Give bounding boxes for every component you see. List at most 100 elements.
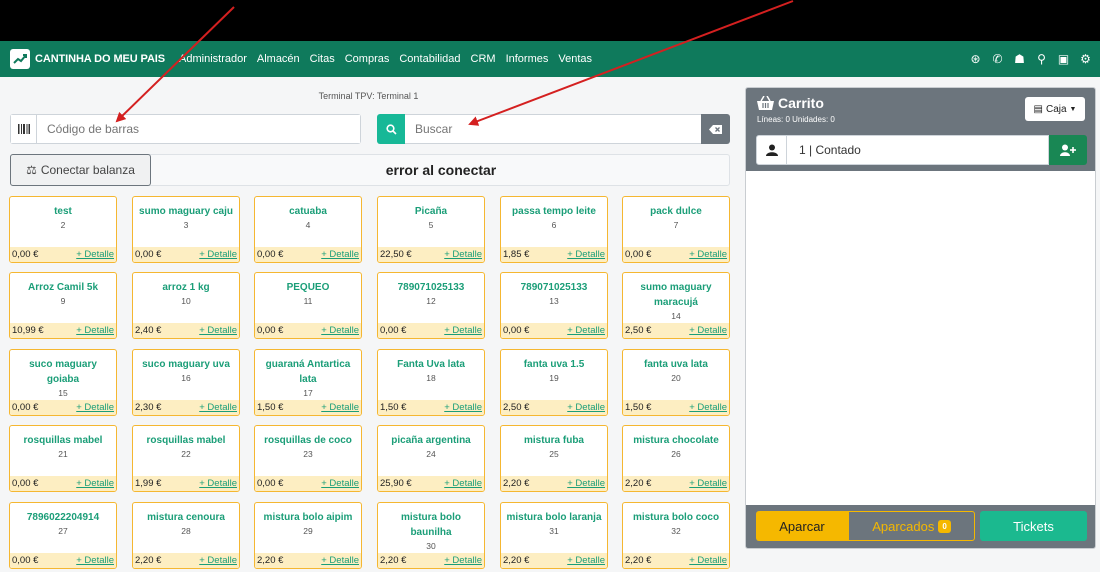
whatsapp-icon[interactable]: ✆ (991, 52, 1004, 66)
product-card[interactable]: sumo maguary maracujá 14 2,50 € + Detalle (622, 272, 730, 339)
product-detail-link[interactable]: + Detalle (567, 555, 605, 566)
product-detail-link[interactable]: + Detalle (444, 249, 482, 260)
product-detail-link[interactable]: + Detalle (321, 402, 359, 413)
menu-item-citas[interactable]: Citas (310, 53, 335, 65)
product-detail-link[interactable]: + Detalle (321, 249, 359, 260)
product-code: 22 (181, 449, 191, 459)
connect-scale-button[interactable]: ⚖ Conectar balanza (10, 154, 151, 186)
product-detail-link[interactable]: + Detalle (199, 325, 237, 336)
product-detail-link[interactable]: + Detalle (76, 478, 114, 489)
product-detail-link[interactable]: + Detalle (689, 478, 727, 489)
app-logo-icon[interactable] (10, 49, 30, 69)
barcode-icon (11, 115, 37, 143)
product-detail-link[interactable]: + Detalle (689, 555, 727, 566)
product-price: 2,30 € (135, 402, 162, 413)
menu-item-compras[interactable]: Compras (345, 53, 390, 65)
product-detail-link[interactable]: + Detalle (76, 325, 114, 336)
barcode-input[interactable] (37, 115, 360, 143)
product-detail-link[interactable]: + Detalle (76, 555, 114, 566)
product-detail-link[interactable]: + Detalle (689, 325, 727, 336)
customer-value[interactable]: 1 | Contado (787, 135, 1049, 165)
product-detail-link[interactable]: + Detalle (444, 555, 482, 566)
search-button[interactable] (377, 114, 405, 144)
product-card[interactable]: mistura fuba 25 2,20 € + Detalle (500, 425, 608, 492)
product-name: PEQUEO (286, 282, 330, 293)
product-detail-link[interactable]: + Detalle (321, 478, 359, 489)
product-price: 1,50 € (625, 402, 652, 413)
product-card[interactable]: rosquillas de coco 23 0,00 € + Detalle (254, 425, 362, 492)
tickets-button[interactable]: Tickets (980, 511, 1087, 541)
product-card[interactable]: catuaba 4 0,00 € + Detalle (254, 196, 362, 263)
menu-item-contabilidad[interactable]: Contabilidad (399, 53, 460, 65)
help-icon[interactable]: ⊛ (969, 52, 982, 66)
product-card[interactable]: fanta uva lata 20 1,50 € + Detalle (622, 349, 730, 416)
product-card[interactable]: rosquillas mabel 22 1,99 € + Detalle (132, 425, 240, 492)
product-detail-link[interactable]: + Detalle (321, 325, 359, 336)
product-card[interactable]: Picaña 5 22,50 € + Detalle (377, 196, 485, 263)
product-card[interactable]: PEQUEO 11 0,00 € + Detalle (254, 272, 362, 339)
product-detail-link[interactable]: + Detalle (76, 249, 114, 260)
gear-icon[interactable]: ⚙ (1079, 52, 1092, 66)
clear-search-button[interactable] (701, 114, 730, 144)
parked-button[interactable]: Aparcados 0 (848, 511, 975, 541)
brand-name[interactable]: CANTINHA DO MEU PAIS (35, 53, 165, 65)
menu-item-crm[interactable]: CRM (471, 53, 496, 65)
menu-item-almacen[interactable]: Almacén (257, 53, 300, 65)
user-settings-icon[interactable]: ▣ (1057, 52, 1070, 66)
product-detail-link[interactable]: + Detalle (321, 555, 359, 566)
product-card[interactable]: sumo maguary caju 3 0,00 € + Detalle (132, 196, 240, 263)
users-icon[interactable]: ☗ (1013, 52, 1026, 66)
product-detail-link[interactable]: + Detalle (689, 249, 727, 260)
menu-item-ventas[interactable]: Ventas (558, 53, 592, 65)
product-detail-link[interactable]: + Detalle (76, 402, 114, 413)
product-card[interactable]: test 2 0,00 € + Detalle (9, 196, 117, 263)
menu-item-informes[interactable]: Informes (506, 53, 549, 65)
backspace-icon (709, 124, 722, 134)
product-detail-link[interactable]: + Detalle (444, 478, 482, 489)
product-card[interactable]: mistura bolo coco 32 2,20 € + Detalle (622, 502, 730, 569)
barcode-field (10, 114, 361, 144)
product-card[interactable]: passa tempo leite 6 1,85 € + Detalle (500, 196, 608, 263)
product-price: 2,20 € (625, 555, 652, 566)
product-name: Fanta Uva lata (397, 359, 465, 370)
product-detail-link[interactable]: + Detalle (567, 402, 605, 413)
product-detail-link[interactable]: + Detalle (199, 478, 237, 489)
product-card[interactable]: arroz 1 kg 10 2,40 € + Detalle (132, 272, 240, 339)
product-card[interactable]: guaraná Antartica lata 17 1,50 € + Detalle (254, 349, 362, 416)
add-customer-button[interactable] (1049, 135, 1087, 165)
product-card[interactable]: 789071025133 12 0,00 € + Detalle (377, 272, 485, 339)
product-footer: 2,30 € + Detalle (133, 400, 239, 415)
product-detail-link[interactable]: + Detalle (444, 402, 482, 413)
product-card[interactable]: 7896022204914 27 0,00 € + Detalle (9, 502, 117, 569)
product-card[interactable]: fanta uva 1.5 19 2,50 € + Detalle (500, 349, 608, 416)
product-card[interactable]: rosquillas mabel 21 0,00 € + Detalle (9, 425, 117, 492)
product-detail-link[interactable]: + Detalle (199, 402, 237, 413)
product-card[interactable]: Arroz Camil 5k 9 10,99 € + Detalle (9, 272, 117, 339)
menu-item-administrador[interactable]: Administrador (179, 53, 247, 65)
search-input[interactable] (405, 114, 701, 144)
product-card[interactable]: 789071025133 13 0,00 € + Detalle (500, 272, 608, 339)
cart-summary: Líneas: 0 Unidades: 0 (757, 115, 835, 124)
cash-dropdown[interactable]: ▤ Caja ▼ (1025, 97, 1085, 121)
product-card[interactable]: mistura bolo aipim 29 2,20 € + Detalle (254, 502, 362, 569)
product-detail-link[interactable]: + Detalle (199, 555, 237, 566)
product-card[interactable]: suco maguary uva 16 2,30 € + Detalle (132, 349, 240, 416)
product-card[interactable]: mistura bolo baunilha 30 2,20 € + Detalle (377, 502, 485, 569)
product-card[interactable]: picaña argentina 24 25,90 € + Detalle (377, 425, 485, 492)
product-card[interactable]: mistura chocolate 26 2,20 € + Detalle (622, 425, 730, 492)
product-card[interactable]: Fanta Uva lata 18 1,50 € + Detalle (377, 349, 485, 416)
park-button[interactable]: Aparcar (756, 511, 848, 541)
product-detail-link[interactable]: + Detalle (199, 249, 237, 260)
product-detail-link[interactable]: + Detalle (567, 249, 605, 260)
product-name: mistura bolo baunilha (400, 512, 461, 538)
product-card[interactable]: suco maguary goiaba 15 0,00 € + Detalle (9, 349, 117, 416)
product-detail-link[interactable]: + Detalle (567, 478, 605, 489)
product-card[interactable]: mistura cenoura 28 2,20 € + Detalle (132, 502, 240, 569)
product-card[interactable]: pack dulce 7 0,00 € + Detalle (622, 196, 730, 263)
product-detail-link[interactable]: + Detalle (444, 325, 482, 336)
product-detail-link[interactable]: + Detalle (689, 402, 727, 413)
product-detail-link[interactable]: + Detalle (567, 325, 605, 336)
product-name: sumo maguary caju (139, 206, 233, 217)
search-icon[interactable]: ⚲ (1035, 52, 1048, 66)
product-card[interactable]: mistura bolo laranja 31 2,20 € + Detalle (500, 502, 608, 569)
